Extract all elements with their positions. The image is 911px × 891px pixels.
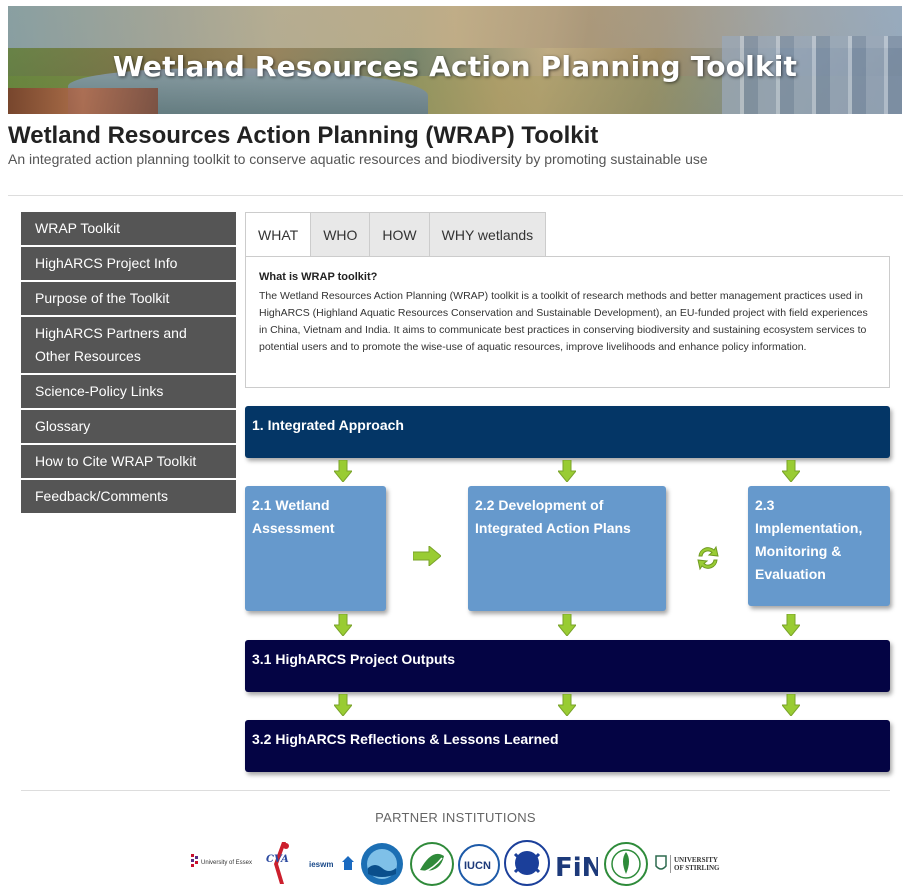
tab-bar: WHAT WHO HOW WHY wetlands (245, 212, 547, 256)
cva-emblem-icon: CVA (266, 842, 289, 884)
tab-what[interactable]: WHAT (245, 212, 312, 256)
tab-panel-what: What is WRAP toolkit? The Wetland Resour… (245, 256, 890, 388)
down-arrow-icon (558, 460, 576, 482)
ieswm-logo-text: ieswm (309, 860, 333, 869)
sidebar-item-partners[interactable]: HighARCS Partners and Other Resources (21, 317, 236, 373)
flow-implementation[interactable]: 2.3 Implementation, Monitoring & Evaluat… (748, 486, 890, 606)
sidebar-item-how-to-cite[interactable]: How to Cite WRAP Toolkit (21, 445, 236, 478)
tab-who[interactable]: WHO (310, 212, 371, 256)
cva-logo[interactable]: CVA (264, 840, 298, 886)
sidebar-item-science-policy[interactable]: Science-Policy Links (21, 375, 236, 408)
panel-heading: What is WRAP toolkit? (259, 271, 378, 283)
leaf-emblem-icon (410, 842, 454, 886)
down-arrow-icon (782, 694, 800, 716)
crab-emblem-icon (504, 840, 550, 886)
flow-project-outputs[interactable]: 3.1 HighARCS Project Outputs (245, 640, 890, 692)
cva-logo-text: CVA (266, 854, 289, 865)
ieswm-emblem-icon: ieswm (309, 856, 354, 870)
sidebar-nav: WRAP Toolkit HighARCS Project Info Purpo… (21, 212, 236, 515)
footer-divider (21, 790, 890, 791)
sidebar-item-project-info[interactable]: HighARCS Project Info (21, 247, 236, 280)
partner-logos: University of Essex CVA ieswm IUCN FiN U… (190, 840, 730, 886)
page-title: Wetland Resources Action Planning (WRAP)… (8, 122, 599, 149)
essex-logo[interactable]: University of Essex (190, 852, 256, 870)
down-arrow-icon (782, 460, 800, 482)
header-banner: Wetland Resources Action Planning Toolki… (8, 6, 902, 114)
iucn-logo[interactable]: IUCN (458, 844, 500, 886)
fin-logo-text: FiN (555, 853, 598, 882)
stirling-logo[interactable]: UNIVERSITY OF STIRLING (654, 852, 728, 876)
sidebar-item-glossary[interactable]: Glossary (21, 410, 236, 443)
flow-reflections[interactable]: 3.2 HighARCS Reflections & Lessons Learn… (245, 720, 890, 772)
cycle-arrows-icon (697, 545, 719, 571)
tab-why-wetlands[interactable]: WHY wetlands (428, 212, 547, 256)
wave-emblem-icon (361, 843, 403, 885)
leaf-partner-logo[interactable] (410, 842, 454, 886)
fin-emblem-icon: FiN (555, 853, 603, 883)
stirling-emblem-icon: UNIVERSITY OF STIRLING (655, 855, 720, 873)
tab-how[interactable]: HOW (369, 212, 430, 256)
sidebar-item-purpose[interactable]: Purpose of the Toolkit (21, 282, 236, 315)
down-arrow-icon (334, 694, 352, 716)
down-arrow-icon (782, 614, 800, 636)
essex-emblem-icon: University of Essex (191, 854, 252, 867)
wave-partner-logo[interactable] (360, 842, 404, 886)
flow-action-plans[interactable]: 2.2 Development of Integrated Action Pla… (468, 486, 666, 611)
banner-title: Wetland Resources Action Planning Toolki… (112, 50, 798, 83)
down-arrow-icon (558, 614, 576, 636)
sidebar-item-feedback[interactable]: Feedback/Comments (21, 480, 236, 513)
green-seal-logo[interactable] (604, 842, 648, 886)
banner-rooftops (8, 88, 158, 114)
crab-partner-logo[interactable] (504, 840, 550, 886)
header-divider (8, 195, 903, 196)
stirling-logo-text: UNIVERSITY OF STIRLING (674, 856, 720, 872)
down-arrow-icon (334, 614, 352, 636)
flow-wetland-assessment[interactable]: 2.1 Wetland Assessment (245, 486, 386, 611)
ieswm-logo[interactable]: ieswm (308, 854, 356, 874)
panel-text: The Wetland Resources Action Planning (W… (259, 290, 868, 353)
flow-integrated-approach[interactable]: 1. Integrated Approach (245, 406, 890, 458)
down-arrow-icon (558, 694, 576, 716)
iucn-emblem-icon: IUCN (458, 844, 500, 886)
iucn-logo-text: IUCN (464, 860, 491, 872)
right-arrow-icon (413, 546, 441, 566)
page-subtitle: An integrated action planning toolkit to… (8, 151, 708, 167)
sidebar-item-wrap-toolkit[interactable]: WRAP Toolkit (21, 212, 236, 245)
essex-logo-text: University of Essex (201, 860, 252, 866)
partners-title: PARTNER INSTITUTIONS (375, 810, 536, 825)
down-arrow-icon (334, 460, 352, 482)
fin-logo[interactable]: FiN (554, 848, 603, 883)
green-seal-icon (604, 842, 648, 886)
